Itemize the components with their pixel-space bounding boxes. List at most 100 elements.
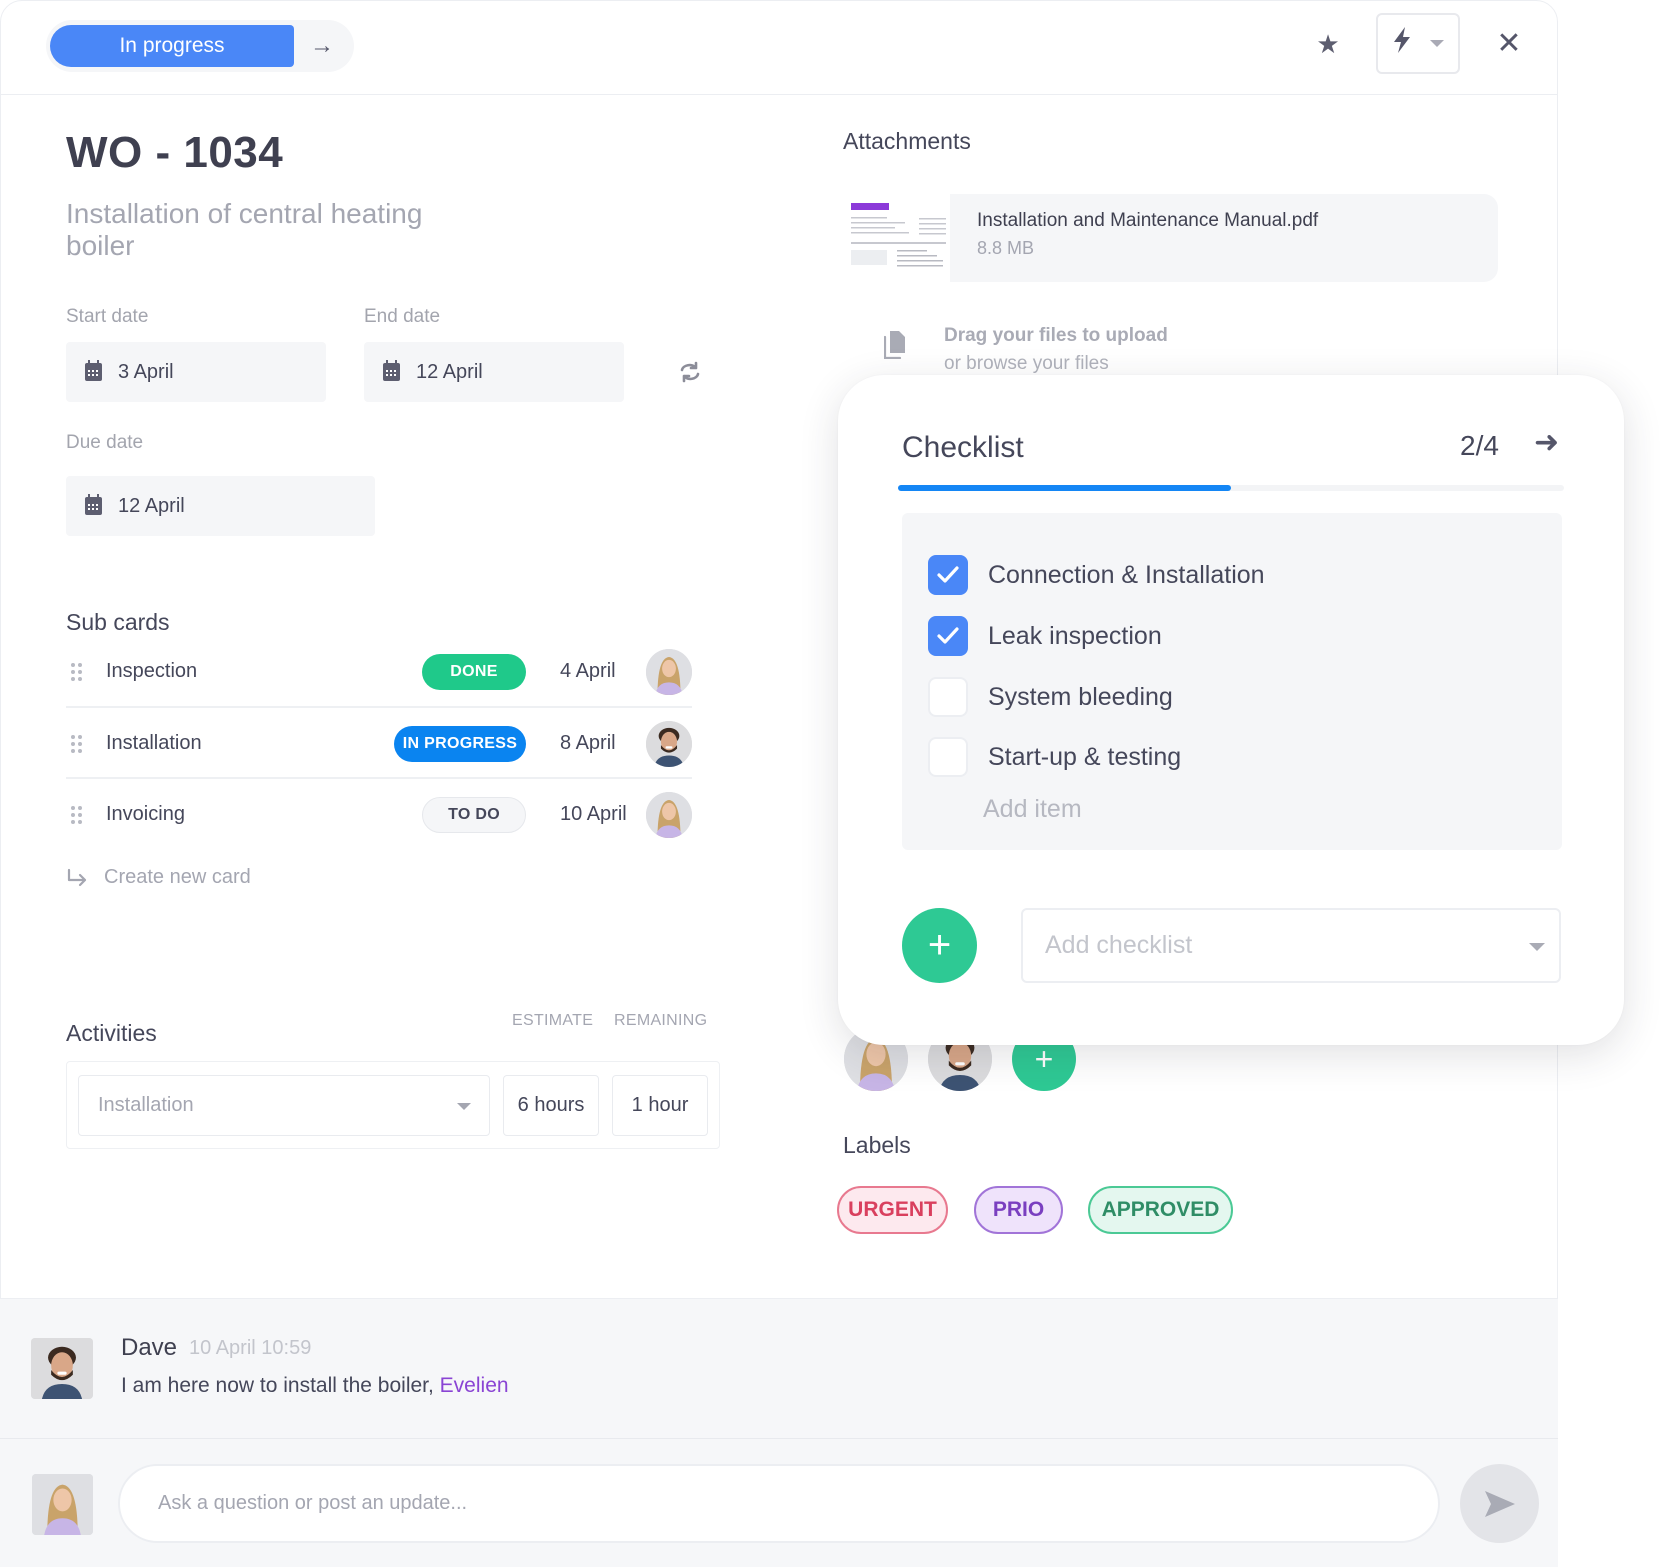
sub-card-row[interactable]: Inspection DONE 4 April <box>66 636 692 707</box>
remaining-value: 1 hour <box>631 1094 689 1116</box>
checklist-count: 2/4 <box>1460 430 1499 461</box>
calendar-icon <box>85 360 102 381</box>
reply-divider <box>0 1438 1558 1439</box>
checklist-items: Connection & Installation Leak inspectio… <box>902 513 1562 850</box>
next-status-button[interactable]: → <box>304 28 340 64</box>
automation-dropdown[interactable] <box>1376 13 1460 74</box>
end-date-label: End date <box>364 306 441 327</box>
favorite-button[interactable]: ★ <box>1312 28 1344 60</box>
checklist-item-label: System bleeding <box>988 682 1173 711</box>
comment-body: I am here now to install the boiler, Eve… <box>121 1374 509 1398</box>
lightning-icon <box>1392 27 1412 60</box>
add-checklist-select[interactable]: Add checklist <box>1021 908 1561 983</box>
calendar-icon <box>85 494 102 515</box>
end-date-value: 12 April <box>416 360 483 383</box>
sub-card-row[interactable]: Invoicing TO DO 10 April <box>66 779 692 850</box>
refresh-icon <box>680 361 700 383</box>
sub-card-name: Inspection <box>106 660 198 682</box>
sub-card-row[interactable]: Installation IN PROGRESS 8 April <box>66 708 692 779</box>
return-arrow-icon <box>67 868 87 886</box>
status-badge-done[interactable]: DONE <box>422 653 526 690</box>
swap-dates-button[interactable] <box>676 358 704 386</box>
activities-title: Activities <box>66 1020 157 1046</box>
activity-value: Installation <box>98 1094 194 1116</box>
current-user-avatar <box>32 1474 93 1535</box>
sub-card-name: Invoicing <box>106 803 185 825</box>
sub-card-date: 10 April <box>560 803 627 825</box>
plus-icon: + <box>927 923 952 967</box>
attachment-item[interactable]: Installation and Maintenance Manual.pdf … <box>950 194 1498 282</box>
sub-card-date: 4 April <box>560 660 616 682</box>
pdf-thumbnail-icon[interactable] <box>851 203 946 271</box>
status-button[interactable]: In progress <box>50 25 294 67</box>
avatar[interactable] <box>646 648 692 695</box>
send-button[interactable] <box>1460 1464 1539 1543</box>
remaining-input[interactable]: 1 hour <box>612 1075 708 1136</box>
avatar[interactable] <box>646 720 692 767</box>
reply-input[interactable]: Ask a question or post an update... <box>118 1464 1440 1543</box>
arrow-right-icon: → <box>310 32 334 59</box>
avatar[interactable] <box>646 791 692 838</box>
copy-files-icon <box>884 331 905 359</box>
status-badge-in-progress[interactable]: IN PROGRESS <box>394 725 526 762</box>
sub-cards-title: Sub cards <box>66 609 170 635</box>
attachment-name: Installation and Maintenance Manual.pdf <box>977 210 1319 231</box>
checklist-item-label: Connection & Installation <box>988 560 1265 589</box>
star-icon: ★ <box>1316 28 1340 59</box>
close-icon: ✕ <box>1496 26 1522 60</box>
checkbox[interactable] <box>928 737 968 777</box>
start-date-field[interactable]: 3 April <box>66 342 326 402</box>
plus-icon: + <box>1034 1040 1054 1077</box>
calendar-icon <box>383 360 400 381</box>
label-urgent[interactable]: URGENT <box>837 1186 948 1234</box>
open-checklist-button[interactable]: ➜ <box>1534 425 1559 460</box>
arrow-right-icon: ➜ <box>1534 426 1560 459</box>
mention-link[interactable]: Evelien <box>440 1374 509 1397</box>
checklist-title: Checklist <box>902 431 1024 464</box>
checkmark-icon <box>937 627 959 644</box>
label-prio[interactable]: PRIO <box>974 1186 1063 1234</box>
drag-handle-icon[interactable] <box>71 734 83 753</box>
label-approved[interactable]: APPROVED <box>1088 1186 1233 1234</box>
send-icon <box>1484 1490 1515 1517</box>
checkbox[interactable] <box>928 677 968 717</box>
checklist-item-label: Leak inspection <box>988 621 1162 650</box>
reply-placeholder: Ask a question or post an update... <box>158 1492 468 1514</box>
checkmark-icon <box>937 566 959 583</box>
checklist-item[interactable]: Start-up & testing <box>928 737 1181 777</box>
due-date-field[interactable]: 12 April <box>66 476 375 536</box>
activity-select[interactable]: Installation <box>78 1075 490 1136</box>
add-checklist-placeholder: Add checklist <box>1045 931 1193 959</box>
checkbox[interactable] <box>928 616 968 656</box>
due-date-label: Due date <box>66 432 144 453</box>
work-order-id: WO - 1034 <box>66 128 284 177</box>
estimate-input[interactable]: 6 hours <box>503 1075 599 1136</box>
sub-card-name: Installation <box>106 732 202 754</box>
comment-author-avatar <box>31 1338 93 1399</box>
create-new-card-button[interactable]: Create new card <box>66 866 251 889</box>
add-item-input[interactable]: Add item <box>983 795 1082 824</box>
start-date-label: Start date <box>66 306 149 327</box>
checklist-item[interactable]: Connection & Installation <box>928 555 1265 595</box>
status-label: In progress <box>119 34 225 57</box>
end-date-field[interactable]: 12 April <box>364 342 624 402</box>
drag-handle-icon[interactable] <box>71 662 83 681</box>
close-button[interactable]: ✕ <box>1492 26 1526 60</box>
estimate-header: ESTIMATE <box>512 1012 594 1029</box>
checklist-item-label: Start-up & testing <box>988 742 1182 771</box>
due-date-value: 12 April <box>118 494 185 517</box>
work-order-description[interactable]: Installation of central heating boiler <box>66 198 486 262</box>
comment-text: I am here now to install the boiler, <box>121 1374 440 1397</box>
drag-handle-icon[interactable] <box>71 805 83 824</box>
checklist-item[interactable]: Leak inspection <box>928 616 1162 656</box>
status-badge-to-do[interactable]: TO DO <box>422 796 526 833</box>
comment-timestamp: 10 April 10:59 <box>189 1337 312 1359</box>
checkbox[interactable] <box>928 555 968 595</box>
chevron-down-icon <box>457 1103 471 1110</box>
upload-dropzone[interactable]: Drag your files to upload or browse your… <box>944 322 1168 378</box>
add-checklist-button[interactable]: + <box>902 908 977 983</box>
upload-line-2[interactable]: or browse your files <box>944 350 1168 378</box>
chevron-down-icon <box>1430 40 1444 47</box>
start-date-value: 3 April <box>118 360 174 383</box>
checklist-item[interactable]: System bleeding <box>928 677 1173 717</box>
